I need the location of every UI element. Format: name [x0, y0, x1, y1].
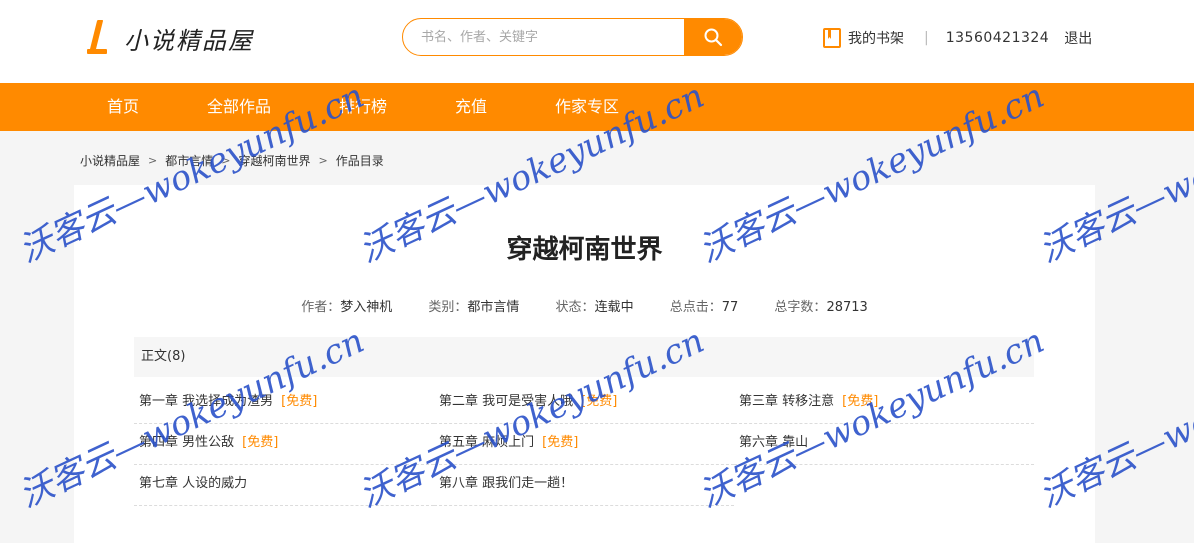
meta-status: 状态：连载中 — [555, 300, 634, 315]
book-icon — [823, 28, 841, 48]
free-badge: [免费] — [581, 394, 618, 409]
meta-clicks: 总点击：77 — [669, 300, 739, 315]
nav-item-rankings[interactable]: 排行榜 — [339, 83, 387, 131]
breadcrumb-book[interactable]: 穿越柯南世界 — [238, 152, 310, 169]
free-badge: [免费] — [242, 435, 279, 450]
chapter-item[interactable]: 第七章 人设的威力 — [134, 465, 434, 506]
breadcrumb-home[interactable]: 小说精品屋 — [80, 152, 140, 169]
section-header: 正文(8) — [134, 337, 1034, 377]
nav-item-recharge[interactable]: 充值 — [455, 83, 487, 131]
meta-words: 总字数：28713 — [774, 300, 868, 315]
logo-l-icon — [84, 18, 112, 58]
search-input[interactable] — [403, 19, 684, 55]
header-separator: | — [924, 30, 929, 46]
breadcrumb-separator: > — [148, 154, 158, 167]
author-link[interactable]: 梦入神机 — [340, 300, 392, 315]
header: 小说精品屋 我的书架 | 13560421324 退出 — [0, 0, 1194, 83]
search-box — [402, 18, 743, 56]
chapter-item[interactable]: 第六章 靠山 — [734, 424, 1034, 465]
book-meta: 作者：梦入神机 类别：都市言情 状态：连载中 总点击：77 总字数：28713 — [74, 296, 1095, 315]
chapter-item[interactable]: 第三章 转移注意 [免费] — [734, 383, 1034, 424]
free-badge: [免费] — [842, 394, 879, 409]
bookshelf-label: 我的书架 — [848, 31, 904, 47]
breadcrumb: 小说精品屋 > 都市言情 > 穿越柯南世界 > 作品目录 — [80, 152, 384, 169]
chapter-item[interactable]: 第八章 跟我们走一趟！ — [434, 465, 734, 506]
main-nav: 首页 全部作品 排行榜 充值 作家专区 — [0, 83, 1194, 131]
chapter-item[interactable]: 第五章 麻烦上门 [免费] — [434, 424, 734, 465]
user-phone[interactable]: 13560421324 — [946, 30, 1049, 46]
meta-author: 作者：梦入神机 — [301, 300, 393, 315]
breadcrumb-separator: > — [221, 154, 231, 167]
search-icon — [704, 28, 723, 47]
nav-item-author-zone[interactable]: 作家专区 — [555, 83, 619, 131]
nav-item-home[interactable]: 首页 — [107, 83, 139, 131]
user-area: 我的书架 | 13560421324 退出 — [823, 26, 1092, 50]
my-bookshelf-link[interactable]: 我的书架 — [823, 28, 904, 48]
book-title: 穿越柯南世界 — [506, 235, 663, 265]
logout-link[interactable]: 退出 — [1064, 28, 1092, 48]
catalog-panel: 穿越柯南世界 作者：梦入神机 类别：都市言情 状态：连载中 总点击：77 总字数… — [74, 185, 1095, 543]
chapter-item[interactable]: 第二章 我可是受害人哦 [免费] — [434, 383, 734, 424]
free-badge: [免费] — [542, 435, 579, 450]
breadcrumb-category[interactable]: 都市言情 — [165, 152, 213, 169]
site-logo[interactable]: 小说精品屋 — [84, 18, 254, 58]
free-badge: [免费] — [281, 394, 318, 409]
meta-category: 类别：都市言情 — [428, 300, 520, 315]
chapter-item[interactable]: 第一章 我选择成为渣男 [免费] — [134, 383, 434, 424]
nav-item-all-works[interactable]: 全部作品 — [207, 83, 271, 131]
breadcrumb-separator: > — [318, 154, 328, 167]
logo-text: 小说精品屋 — [124, 26, 254, 55]
chapter-item[interactable]: 第四章 男性公敌 [免费] — [134, 424, 434, 465]
breadcrumb-current: 作品目录 — [335, 154, 384, 168]
search-button[interactable] — [684, 19, 742, 55]
